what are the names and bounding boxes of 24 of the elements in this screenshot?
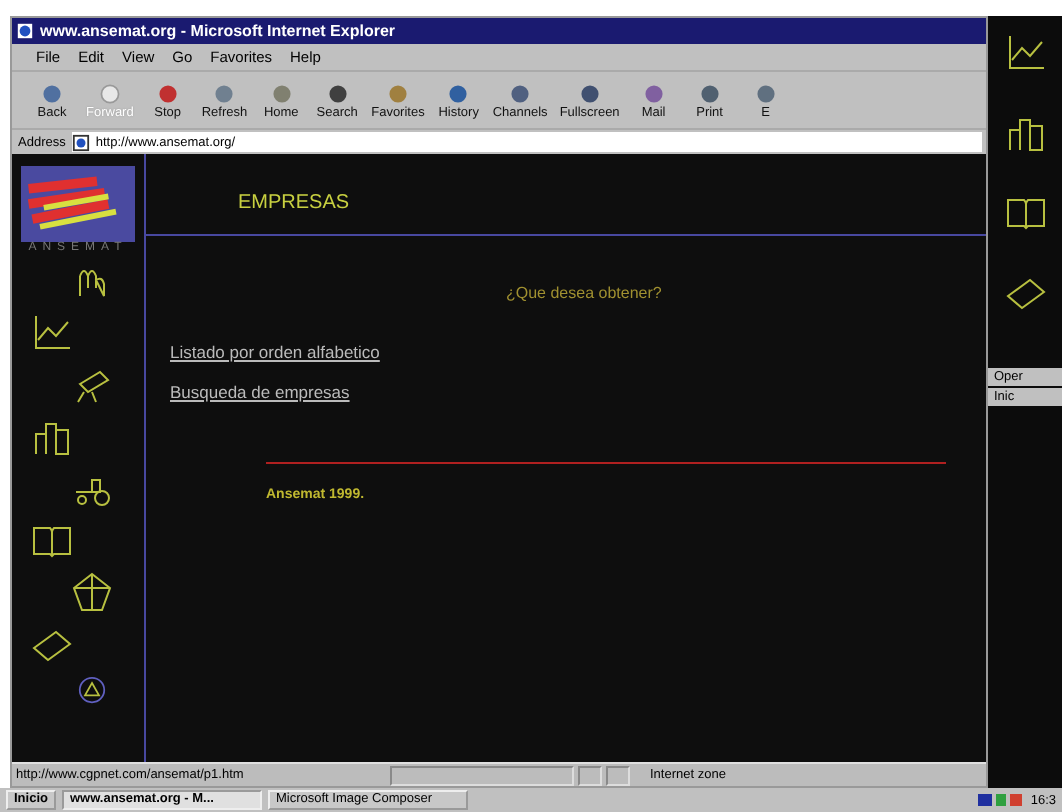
window-title: www.ansemat.org - Microsoft Internet Explorer: [40, 22, 396, 40]
logo-icon: [18, 166, 138, 242]
toolbar-icon: [269, 81, 294, 105]
tray-icons: [976, 790, 1025, 810]
chart-icon: [1005, 32, 1045, 72]
toolbar-icon: [212, 81, 237, 105]
toolbar-icon: [155, 81, 180, 105]
toolbar-icon: [753, 81, 778, 105]
question-text: ¿Que desea obtener?: [506, 284, 662, 302]
chart-icon: [32, 312, 72, 352]
page-icon: [71, 133, 90, 151]
toolbar-icon: [40, 81, 64, 105]
toolbar-icon: [641, 81, 666, 105]
page-link[interactable]: Busqueda de empresas: [170, 382, 350, 402]
toolbar-icon: [577, 81, 602, 105]
page-heading: EMPRESAS: [238, 192, 350, 214]
browser-icon: [16, 22, 34, 40]
toolbar-icon: [325, 81, 350, 105]
page-link[interactable]: Listado por orden alfabetico: [170, 342, 380, 362]
toolbar-icon: [446, 81, 471, 105]
toolbar-icon: [97, 81, 122, 105]
toolbar-icon: [697, 81, 722, 105]
toolbar-icon: [385, 81, 410, 105]
toolbar-icon: [508, 81, 533, 105]
